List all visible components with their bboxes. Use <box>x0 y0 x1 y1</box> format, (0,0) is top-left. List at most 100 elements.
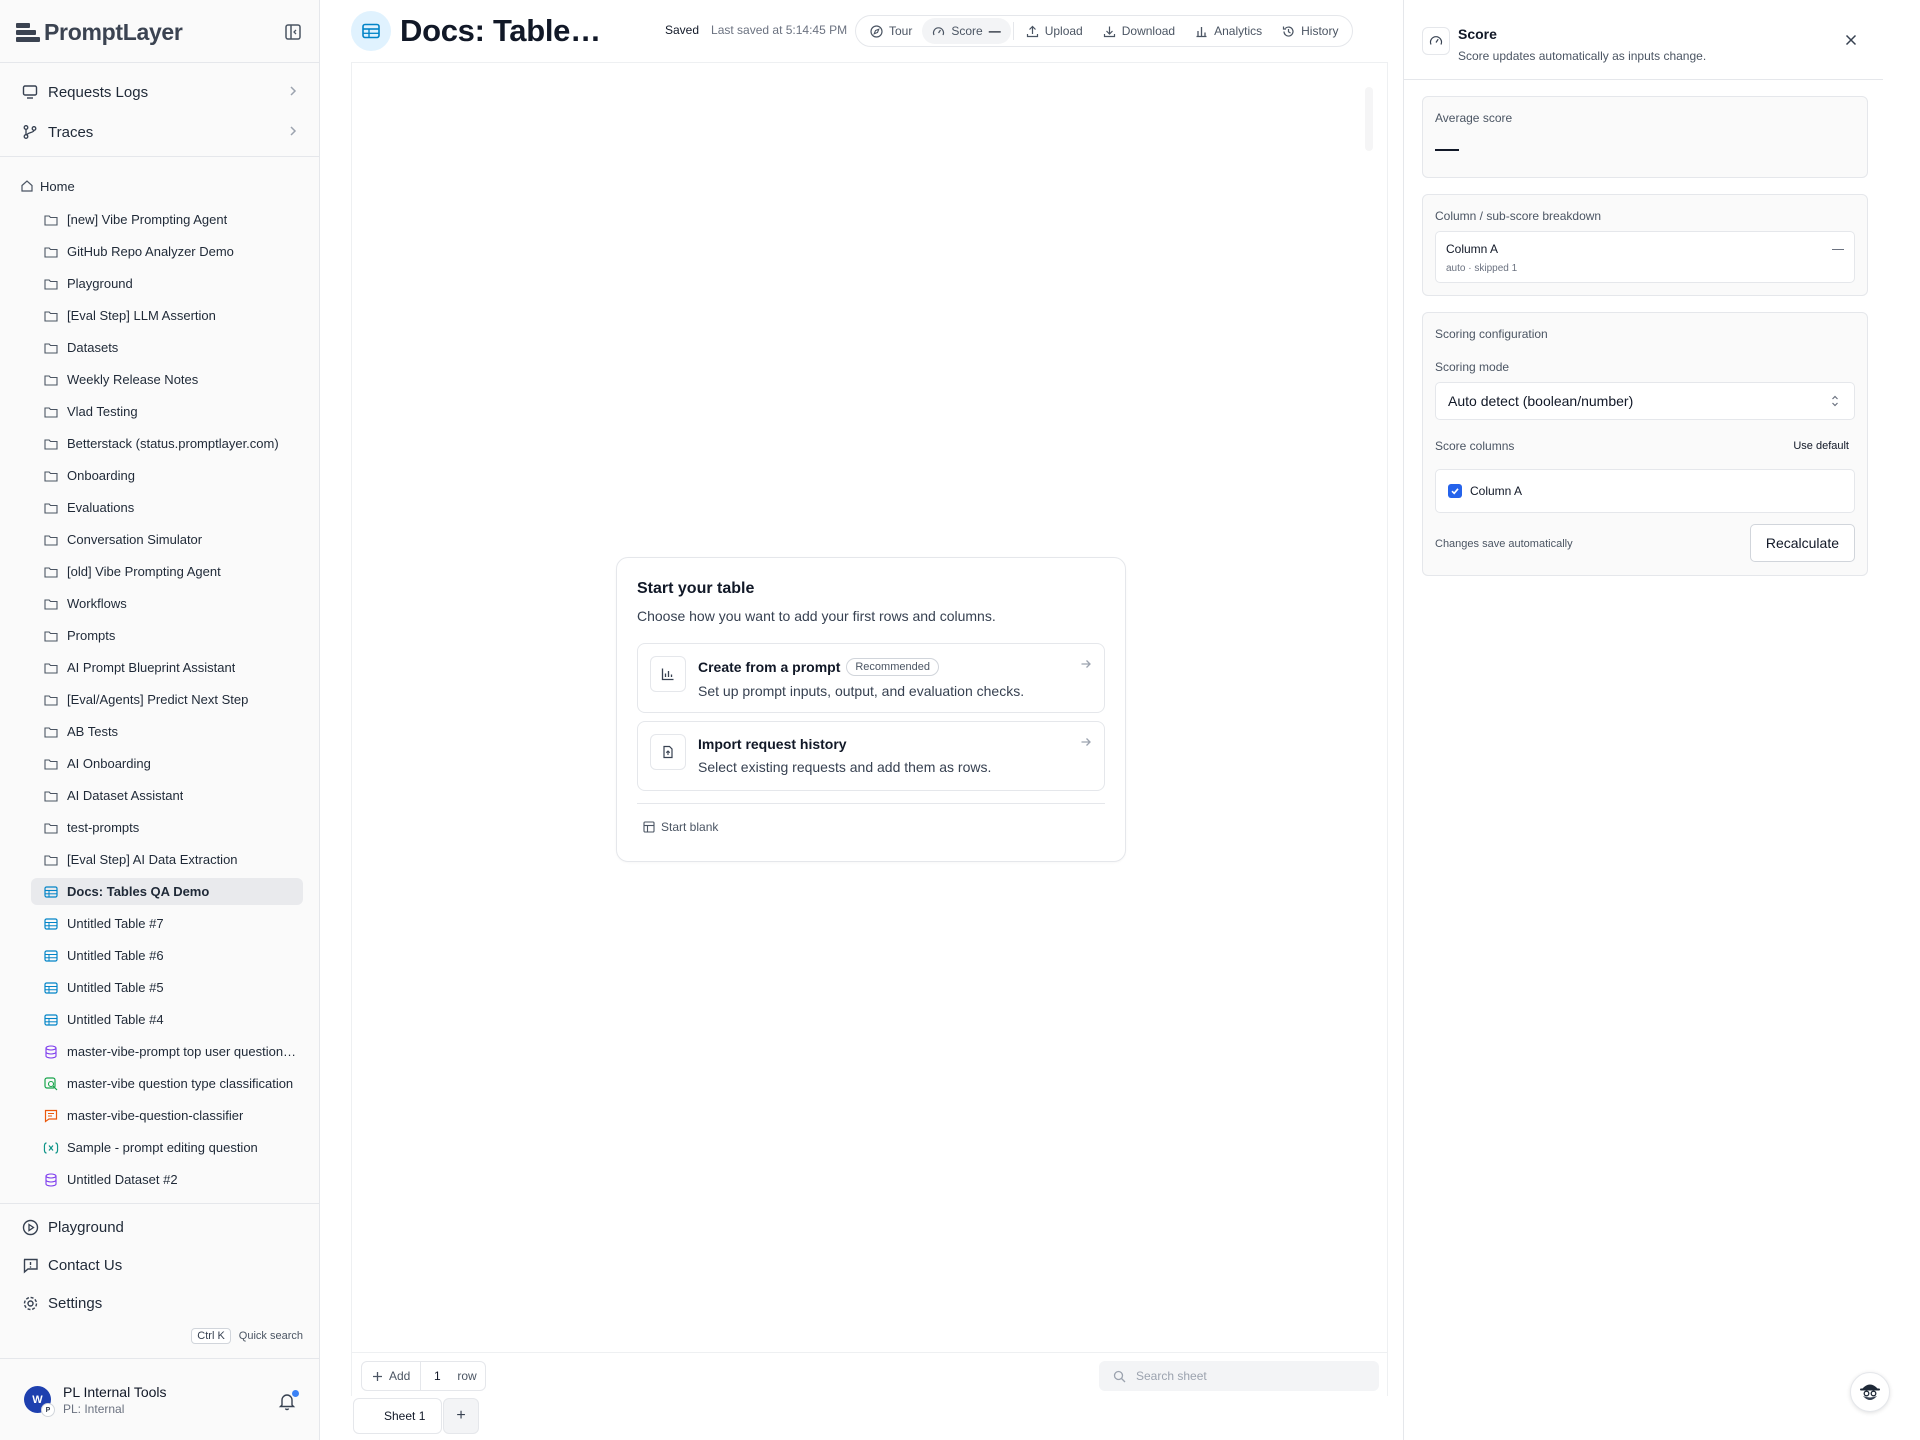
tree-item[interactable]: test-prompts <box>31 814 303 841</box>
sidebar-item-requests-logs[interactable]: Requests Logs <box>8 72 311 112</box>
tree-item[interactable]: Sample - prompt editing question <box>31 1134 303 1161</box>
folder-icon <box>43 436 59 452</box>
folder-icon <box>43 500 59 516</box>
sidebar-item-playground[interactable]: Playground <box>8 1208 311 1246</box>
checkbox-checked-icon[interactable] <box>1448 484 1462 498</box>
sidebar-item-traces[interactable]: Traces <box>8 112 311 152</box>
tree-item[interactable]: Onboarding <box>31 462 303 489</box>
analytics-button[interactable]: Analytics <box>1185 18 1272 44</box>
close-icon[interactable] <box>1841 30 1861 50</box>
tree-item[interactable]: GitHub Repo Analyzer Demo <box>31 238 303 265</box>
user-account[interactable]: W P PL Internal Tools PL: Internal <box>0 1358 319 1440</box>
tree-item[interactable]: Untitled Table #7 <box>31 910 303 937</box>
tree-item-label: [Eval Step] AI Data Extraction <box>67 852 238 867</box>
tree-item[interactable]: AI Dataset Assistant <box>31 782 303 809</box>
tree-item[interactable]: [Eval Step] AI Data Extraction <box>31 846 303 873</box>
sidebar-item-contact-us[interactable]: Contact Us <box>8 1246 311 1284</box>
tree-item[interactable]: Untitled Dataset #2 <box>31 1166 303 1193</box>
message-alert-icon <box>20 1255 40 1275</box>
table-icon <box>643 821 655 833</box>
tree-item[interactable]: [Eval Step] LLM Assertion <box>31 302 303 329</box>
bell-icon[interactable] <box>277 1390 299 1411</box>
sidebar-item-label: Requests Logs <box>48 83 149 101</box>
upload-label: Upload <box>1044 24 1083 38</box>
score-column-checkbox-row[interactable]: Column A <box>1435 469 1855 513</box>
tree-item[interactable]: Vlad Testing <box>31 398 303 425</box>
tree-item[interactable]: Weekly Release Notes <box>31 366 303 393</box>
logo[interactable]: PromptLayer <box>16 18 303 46</box>
tree-item[interactable]: Prompts <box>31 622 303 649</box>
folder-icon <box>43 404 59 420</box>
score-button[interactable]: Score — <box>922 18 1011 44</box>
tree-home[interactable]: Home <box>20 174 303 198</box>
tree-item[interactable]: Playground <box>31 270 303 297</box>
scoring-mode-select[interactable]: Auto detect (boolean/number) <box>1435 382 1855 420</box>
assistant-bot-icon[interactable] <box>1850 1372 1890 1412</box>
add-rows-button[interactable]: Add <box>362 1362 422 1390</box>
tree-item[interactable]: Untitled Table #6 <box>31 942 303 969</box>
tree-item[interactable]: [new] Vibe Prompting Agent <box>31 206 303 233</box>
create-from-prompt-option[interactable]: Create from a prompt Recommended Set up … <box>637 643 1105 713</box>
tree-item[interactable]: [Eval/Agents] Predict Next Step <box>31 686 303 713</box>
tree-item[interactable]: master-vibe-prompt top user question… <box>31 1038 303 1065</box>
tree-item[interactable]: AI Prompt Blueprint Assistant <box>31 654 303 681</box>
table-icon <box>351 11 391 51</box>
quick-search-kbd: Ctrl K <box>191 1328 231 1344</box>
sidebar-item-label: Contact Us <box>48 1256 123 1274</box>
quick-search[interactable]: Ctrl K Quick search <box>191 1328 303 1344</box>
sheet-bottom-bar: Add 1 row Search sheet <box>351 1352 1388 1396</box>
search-placeholder: Search sheet <box>1136 1369 1207 1383</box>
tree-item[interactable]: Datasets <box>31 334 303 361</box>
sidebar-item-settings[interactable]: Settings <box>8 1284 311 1322</box>
tree-item[interactable]: Conversation Simulator <box>31 526 303 553</box>
tree-item[interactable]: [old] Vibe Prompting Agent <box>31 558 303 585</box>
folder-icon <box>43 212 59 228</box>
tree-item[interactable]: Docs: Tables QA Demo <box>31 878 303 905</box>
search-sheet-input[interactable]: Search sheet <box>1099 1361 1379 1391</box>
tree-item[interactable]: master-vibe-question-classifier <box>31 1102 303 1129</box>
plus-icon <box>373 1371 382 1381</box>
page-title[interactable]: Docs: Table… <box>400 13 601 49</box>
score-panel-title: Score <box>1458 26 1497 42</box>
option-title: Create from a prompt <box>698 659 841 675</box>
add-rows-control: Add 1 row <box>361 1361 486 1391</box>
folder-icon <box>43 756 59 772</box>
tree-item-label: Datasets <box>67 340 119 355</box>
breakdown-card: Column / sub-score breakdown Column A au… <box>1422 194 1868 296</box>
canvas-scrollbar[interactable] <box>1365 87 1373 151</box>
sidebar: PromptLayer Requests Logs Traces Home [n… <box>0 0 320 1440</box>
tour-button[interactable]: Tour <box>860 18 922 44</box>
add-sheet-button[interactable]: + <box>443 1398 479 1434</box>
recalculate-button[interactable]: Recalculate <box>1749 524 1855 562</box>
upload-button[interactable]: Upload <box>1016 18 1093 44</box>
history-button[interactable]: History <box>1272 18 1348 44</box>
tree-item-label: [Eval/Agents] Predict Next Step <box>67 692 249 707</box>
download-button[interactable]: Download <box>1093 18 1185 44</box>
table-canvas[interactable]: Start your table Choose how you want to … <box>351 62 1388 1352</box>
table-icon <box>43 980 59 996</box>
sidebar-item-label: Traces <box>48 123 94 141</box>
add-label: Add <box>389 1369 411 1383</box>
tree-item[interactable]: AI Onboarding <box>31 750 303 777</box>
sidebar-collapse-icon[interactable] <box>283 22 303 42</box>
start-blank-label: Start blank <box>661 820 719 834</box>
tree-item-label: Conversation Simulator <box>67 532 203 547</box>
arrow-right-icon <box>1080 658 1092 673</box>
tree-item[interactable]: AB Tests <box>31 718 303 745</box>
import-request-history-option[interactable]: Import request history Select existing r… <box>637 721 1105 791</box>
folder-icon <box>43 628 59 644</box>
tree-item-label: [new] Vibe Prompting Agent <box>67 212 228 227</box>
tab-sheet-1[interactable]: Sheet 1 <box>353 1398 443 1434</box>
folder-icon <box>43 692 59 708</box>
tree-item[interactable]: Evaluations <box>31 494 303 521</box>
use-default-button[interactable]: Use default <box>1793 440 1849 452</box>
start-blank-button[interactable]: Start blank <box>643 820 718 834</box>
tree-item[interactable]: Untitled Table #5 <box>31 974 303 1001</box>
sheet-tab-label: Sheet 1 <box>384 1409 426 1423</box>
row-count-input[interactable]: 1 <box>421 1369 453 1383</box>
table-icon <box>43 1012 59 1028</box>
tree-item[interactable]: Workflows <box>31 590 303 617</box>
tree-item[interactable]: Betterstack (status.promptlayer.com) <box>31 430 303 457</box>
tree-item[interactable]: Untitled Table #4 <box>31 1006 303 1033</box>
tree-item[interactable]: master-vibe question type classification <box>31 1070 303 1097</box>
